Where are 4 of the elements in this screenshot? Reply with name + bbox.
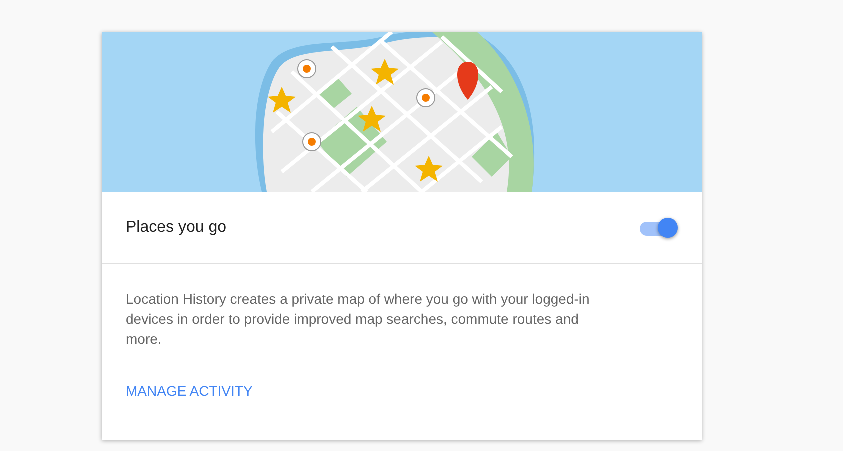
setting-label: Places you go — [126, 218, 227, 238]
description-text: Location History creates a private map of where you go with your logged-in devices in order to provide improved map searches, commute routes and more. — [126, 290, 591, 349]
manage-activity-link[interactable]: MANAGE ACTIVITY — [126, 381, 253, 402]
toggle-switch[interactable] — [640, 218, 678, 238]
